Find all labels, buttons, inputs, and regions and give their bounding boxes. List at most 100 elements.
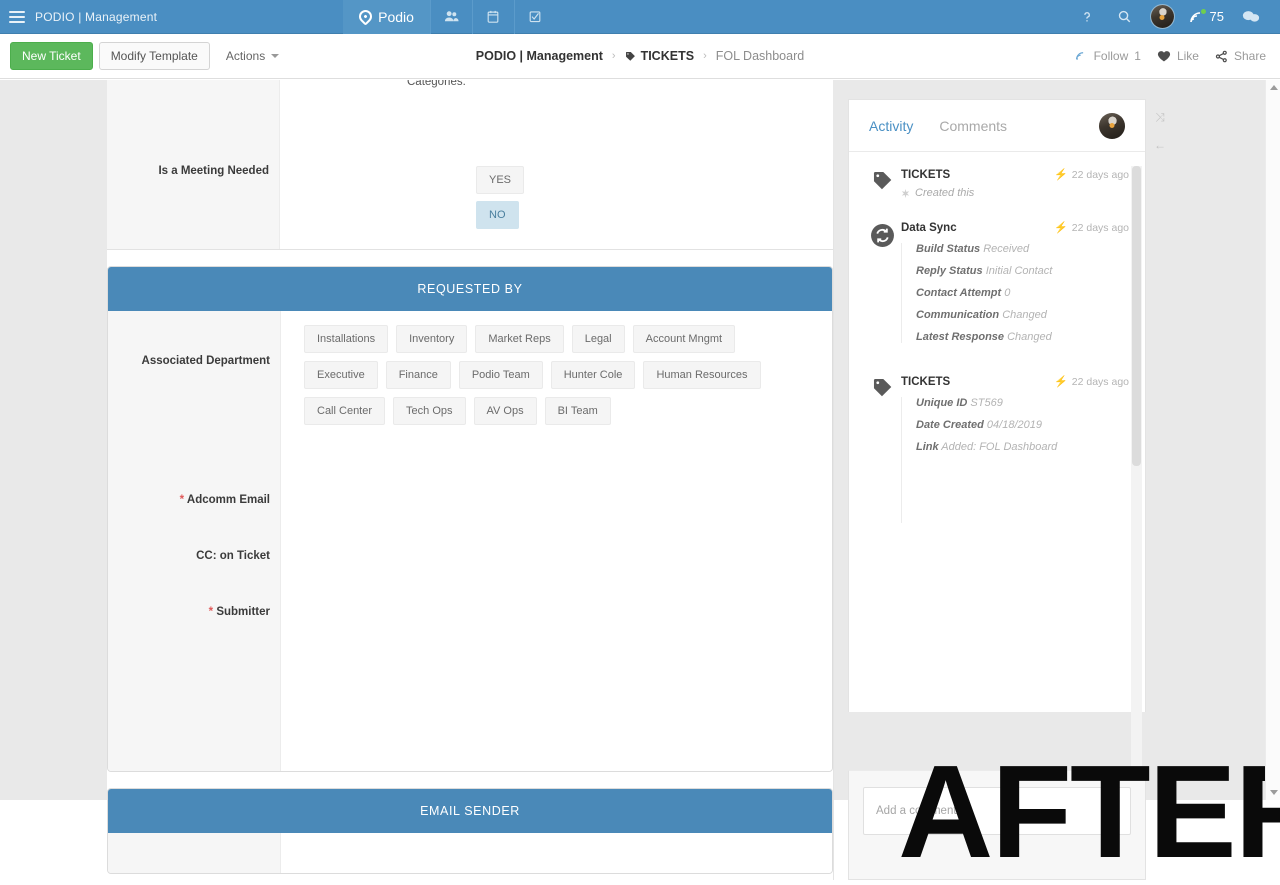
activity-panel-tabs: Activity Comments [849, 100, 1145, 152]
activity-panel-scrollbar[interactable] [1131, 166, 1142, 786]
search-icon[interactable] [1106, 0, 1144, 34]
requested-by-body: Associated Department * Adcomm Email CC:… [108, 311, 832, 771]
activity-panel-scroll-thumb[interactable] [1132, 166, 1141, 466]
bolt-icon: ⚡ [1054, 169, 1068, 181]
scroll-down-button[interactable] [1266, 785, 1280, 800]
dept-option[interactable]: BI Team [544, 397, 611, 425]
breadcrumb-app-label: TICKETS [640, 49, 695, 63]
dept-option[interactable]: Podio Team [458, 361, 543, 389]
dept-option[interactable]: Human Resources [643, 361, 761, 389]
activity-change-item: Build Status Received [916, 243, 1129, 255]
department-chip-area: Installations Inventory Market Reps Lega… [281, 311, 832, 429]
contacts-icon[interactable] [429, 0, 472, 34]
help-icon[interactable] [1068, 0, 1106, 34]
activity-content: Data Sync ⚡ 22 days ago Build Status Rec… [899, 221, 1129, 353]
arrow-left-icon[interactable]: ← [1154, 139, 1166, 151]
activity-panel: Activity Comments TICKETS ⚡ 22 days ago … [848, 99, 1146, 712]
chat-bubbles-icon[interactable] [1232, 0, 1270, 34]
dept-option[interactable]: Market Reps [475, 325, 564, 353]
dept-option[interactable]: Installations [304, 325, 389, 353]
like-button[interactable]: Like [1157, 49, 1199, 63]
activity-subtitle: Created this [901, 187, 1129, 199]
submitter-input[interactable] [304, 598, 784, 624]
panel-user-avatar[interactable] [1099, 112, 1125, 139]
cc-on-ticket-input[interactable] [304, 542, 784, 568]
workspace-title: PODIO | Management [35, 9, 158, 24]
collapse-icon[interactable]: ⤨ [1155, 111, 1165, 123]
breadcrumb-app[interactable]: TICKETS [625, 49, 694, 63]
comment-input[interactable]: Add a comment [863, 787, 1131, 835]
change-key: Link [916, 441, 939, 453]
activity-change-item: Date Created 04/18/2019 [916, 419, 1129, 431]
requested-by-section: REQUESTED BY Associated Department * Adc… [107, 266, 833, 772]
bolt-icon: ⚡ [1054, 376, 1068, 388]
change-key: Reply Status [916, 265, 983, 277]
activity-time-label: 22 days ago [1071, 168, 1129, 181]
adcomm-email-input[interactable] [304, 486, 784, 512]
change-value: Received [983, 243, 1030, 255]
dept-option[interactable]: Executive [304, 361, 378, 389]
dept-option[interactable]: Account Mngmt [632, 325, 736, 353]
modify-template-button[interactable]: Modify Template [98, 42, 210, 70]
dept-option[interactable]: Call Center [304, 397, 386, 425]
podio-home-link[interactable]: Podio [343, 0, 430, 34]
dept-option[interactable]: Legal [571, 325, 625, 353]
activity-entry: TICKETS ⚡ 22 days ago Created this [849, 168, 1145, 199]
share-button[interactable]: Share [1215, 49, 1266, 63]
activity-change-item: Contact Attempt 0 [916, 287, 1129, 299]
tag-icon [625, 51, 635, 61]
meeting-label-cell: Is a Meeting Needed [107, 80, 280, 249]
meeting-option-no[interactable]: NO [476, 201, 519, 229]
dept-option[interactable]: Inventory [396, 325, 468, 353]
actions-dropdown[interactable]: Actions [218, 43, 287, 69]
activity-entry: Data Sync ⚡ 22 days ago Build Status Rec… [849, 221, 1145, 353]
activity-entry: TICKETS ⚡ 22 days ago Unique ID ST569 Da… [849, 375, 1145, 523]
breadcrumb-workspace[interactable]: PODIO | Management [476, 49, 603, 63]
dept-option[interactable]: Hunter Cole [550, 361, 636, 389]
dept-option[interactable]: Finance [385, 361, 451, 389]
change-key: Communication [916, 309, 1000, 321]
sparkle-icon [901, 188, 910, 198]
share-icon [1215, 50, 1227, 62]
change-value: 04/18/2019 [986, 419, 1042, 431]
follow-icon [1075, 52, 1083, 60]
breadcrumb-separator-2: › [703, 50, 707, 62]
change-key: Date Created [916, 419, 984, 431]
new-ticket-button[interactable]: New Ticket [10, 42, 93, 70]
email-sender-body [108, 833, 832, 873]
chevron-up-icon [1269, 85, 1278, 90]
tab-comments[interactable]: Comments [939, 118, 1007, 134]
user-avatar[interactable] [1149, 4, 1175, 29]
activity-header: TICKETS ⚡ 22 days ago [901, 168, 1129, 182]
dept-option[interactable]: AV Ops [473, 397, 537, 425]
tasks-icon[interactable] [513, 0, 556, 34]
meeting-label: Is a Meeting Needed [158, 165, 269, 177]
meeting-field-row: Is a Meeting Needed YES NO [107, 80, 833, 249]
change-key: Latest Response [916, 331, 1005, 343]
sync-icon [865, 221, 899, 353]
required-marker: * [179, 494, 185, 506]
calendar-icon[interactable] [471, 0, 514, 34]
activity-change-list: Unique ID ST569 Date Created 04/18/2019 … [901, 397, 1129, 523]
breadcrumb-item[interactable]: FOL Dashboard [716, 49, 804, 63]
submitter-label: * Submitter [208, 606, 270, 618]
podio-logo-icon [356, 7, 375, 26]
activity-title: TICKETS [901, 376, 951, 388]
heart-icon [1157, 51, 1171, 62]
tab-activity[interactable]: Activity [869, 118, 913, 134]
change-key: Build Status [916, 243, 981, 255]
dept-option[interactable]: Tech Ops [393, 397, 466, 425]
activity-feed: TICKETS ⚡ 22 days ago Created this Data … [849, 152, 1145, 712]
email-sender-header: EMAIL SENDER [108, 789, 832, 833]
scroll-up-button[interactable] [1266, 80, 1280, 95]
activity-notifications[interactable]: 75 [1181, 8, 1232, 24]
activity-content: TICKETS ⚡ 22 days ago Unique ID ST569 Da… [899, 375, 1129, 523]
left-gutter [0, 80, 107, 800]
top-navigation-bar: PODIO | Management Podio 75 [0, 0, 1280, 34]
item-actions: Follow 1 Like Share [1075, 49, 1280, 63]
follow-button[interactable]: Follow 1 [1075, 49, 1141, 63]
hamburger-menu-icon[interactable] [9, 10, 25, 23]
page-scrollbar[interactable] [1265, 80, 1280, 800]
activity-change-item: Link Added: FOL Dashboard [916, 441, 1129, 453]
meeting-option-yes[interactable]: YES [476, 166, 525, 194]
